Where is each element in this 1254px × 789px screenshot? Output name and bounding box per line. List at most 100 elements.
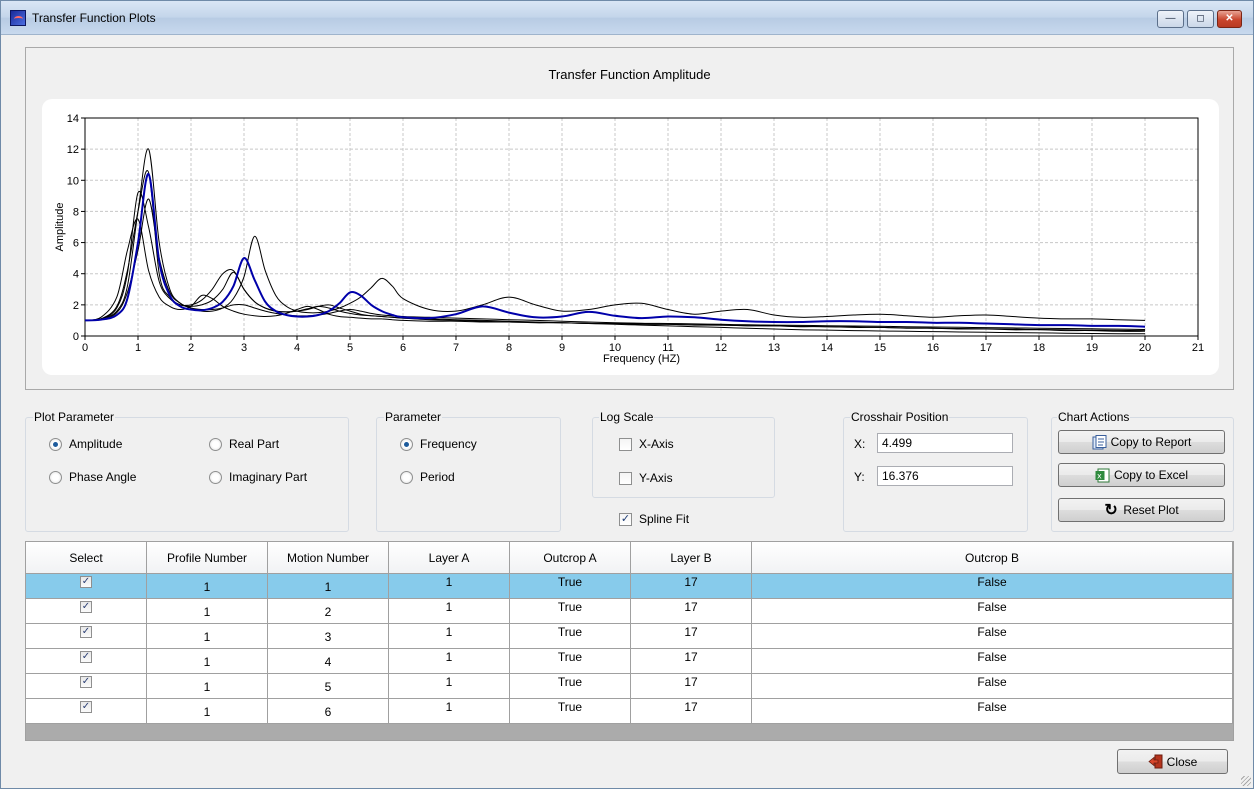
- table-row[interactable]: ✓ 1 3 1 True 17 False: [26, 624, 1233, 649]
- select-checkbox[interactable]: ✓: [80, 651, 92, 663]
- copy-to-excel-button[interactable]: x Copy to Excel: [1058, 463, 1225, 487]
- resize-grip[interactable]: [1241, 776, 1251, 786]
- checkbox-y-axis[interactable]: Y-Axis: [619, 471, 673, 485]
- checkbox-label: X-Axis: [639, 437, 674, 451]
- cell-motion[interactable]: 1: [268, 574, 389, 599]
- column-header[interactable]: Outcrop A: [510, 542, 631, 574]
- select-cell[interactable]: ✓: [26, 649, 147, 674]
- checkbox[interactable]: [619, 471, 632, 485]
- radio-button[interactable]: [49, 437, 62, 451]
- column-header[interactable]: Profile Number: [147, 542, 268, 574]
- cell-profile[interactable]: 1: [147, 674, 268, 699]
- cell-layer-a[interactable]: 1: [389, 574, 510, 599]
- select-cell[interactable]: ✓: [26, 674, 147, 699]
- table-row[interactable]: ✓ 1 2 1 True 17 False: [26, 599, 1233, 624]
- cell-motion[interactable]: 2: [268, 599, 389, 624]
- column-header[interactable]: Layer B: [631, 542, 752, 574]
- cell-layer-b[interactable]: 17: [631, 649, 752, 674]
- button-label: Reset Plot: [1123, 503, 1179, 517]
- cell-layer-a[interactable]: 1: [389, 699, 510, 724]
- chart-panel: Transfer Function Amplitude 0 1 2 3 4 5 6 7 8 9 10…: [25, 47, 1234, 390]
- column-header[interactable]: Select: [26, 542, 147, 574]
- cell-layer-b[interactable]: 17: [631, 699, 752, 724]
- select-checkbox[interactable]: ✓: [80, 701, 92, 713]
- checkbox-x-axis[interactable]: X-Axis: [619, 437, 674, 451]
- cell-outcrop-a[interactable]: True: [510, 574, 631, 599]
- cell-layer-a[interactable]: 1: [389, 649, 510, 674]
- button-label: Copy to Report: [1110, 435, 1192, 449]
- cell-layer-b[interactable]: 17: [631, 674, 752, 699]
- radio-button[interactable]: [209, 437, 222, 451]
- select-checkbox[interactable]: ✓: [80, 626, 92, 638]
- button-label: Close: [1166, 754, 1198, 769]
- cell-outcrop-b[interactable]: False: [752, 574, 1233, 599]
- close-window-button[interactable]: ✕: [1217, 10, 1242, 28]
- table-row[interactable]: ✓ 1 4 1 True 17 False: [26, 649, 1233, 674]
- cell-layer-b[interactable]: 17: [631, 599, 752, 624]
- cell-layer-b[interactable]: 17: [631, 574, 752, 599]
- cell-profile[interactable]: 1: [147, 699, 268, 724]
- exit-icon: [1148, 754, 1163, 769]
- cell-outcrop-b[interactable]: False: [752, 699, 1233, 724]
- cell-layer-a[interactable]: 1: [389, 674, 510, 699]
- transfer-function-chart[interactable]: 0 1 2 3 4 5 6 7 8 9 10 11 12 13 14 15 16 17 18 19 20 21024681…: [42, 99, 1219, 375]
- cell-motion[interactable]: 4: [268, 649, 389, 674]
- cell-profile[interactable]: 1: [147, 574, 268, 599]
- maximize-button[interactable]: ◻: [1187, 10, 1214, 28]
- copy-to-report-button[interactable]: Copy to Report: [1058, 430, 1225, 454]
- select-cell[interactable]: ✓: [26, 624, 147, 649]
- crosshair-x-field[interactable]: 4.499: [877, 433, 1013, 453]
- reset-plot-button[interactable]: ↻ Reset Plot: [1058, 498, 1225, 522]
- cell-outcrop-b[interactable]: False: [752, 624, 1233, 649]
- radio-phase-angle[interactable]: Phase Angle: [49, 470, 136, 484]
- crosshair-y-field[interactable]: 16.376: [877, 466, 1013, 486]
- radio-imaginary-part[interactable]: Imaginary Part: [209, 470, 307, 484]
- cell-motion[interactable]: 6: [268, 699, 389, 724]
- cell-profile[interactable]: 1: [147, 649, 268, 674]
- checkbox[interactable]: [619, 437, 632, 451]
- table-row[interactable]: ✓ 1 1 1 True 17 False: [26, 574, 1233, 599]
- radio-frequency[interactable]: Frequency: [400, 437, 477, 451]
- cell-outcrop-b[interactable]: False: [752, 599, 1233, 624]
- radio-button[interactable]: [209, 470, 222, 484]
- select-checkbox[interactable]: ✓: [80, 576, 92, 588]
- select-cell[interactable]: ✓: [26, 699, 147, 724]
- cell-outcrop-b[interactable]: False: [752, 674, 1233, 699]
- select-checkbox[interactable]: ✓: [80, 676, 92, 688]
- cell-layer-b[interactable]: 17: [631, 624, 752, 649]
- cell-layer-a[interactable]: 1: [389, 599, 510, 624]
- cell-outcrop-a[interactable]: True: [510, 649, 631, 674]
- cell-profile[interactable]: 1: [147, 599, 268, 624]
- cell-outcrop-a[interactable]: True: [510, 674, 631, 699]
- cell-profile[interactable]: 1: [147, 624, 268, 649]
- chart-area[interactable]: 0 1 2 3 4 5 6 7 8 9 10 11 12 13 14 15 16 17 18 19 20 21 0 2 4 6 8 1…: [42, 99, 1219, 375]
- minimize-button[interactable]: —: [1157, 10, 1184, 28]
- radio-button[interactable]: [400, 437, 413, 451]
- select-cell[interactable]: ✓: [26, 599, 147, 624]
- table-row[interactable]: ✓ 1 6 1 True 17 False: [26, 699, 1233, 724]
- column-header[interactable]: Layer A: [389, 542, 510, 574]
- column-header[interactable]: Motion Number: [268, 542, 389, 574]
- cell-outcrop-a[interactable]: True: [510, 624, 631, 649]
- cell-layer-a[interactable]: 1: [389, 624, 510, 649]
- select-cell[interactable]: ✓: [26, 574, 147, 599]
- checkbox-spline-fit[interactable]: ✓ Spline Fit: [619, 512, 689, 526]
- cell-outcrop-a[interactable]: True: [510, 599, 631, 624]
- cell-motion[interactable]: 5: [268, 674, 389, 699]
- close-button[interactable]: Close: [1117, 749, 1228, 774]
- motion-data-grid[interactable]: Select Profile Number Motion Number Layer A…: [25, 541, 1234, 741]
- radio-amplitude[interactable]: Amplitude: [49, 437, 122, 451]
- cell-outcrop-b[interactable]: False: [752, 649, 1233, 674]
- cell-outcrop-a[interactable]: True: [510, 699, 631, 724]
- column-header[interactable]: Outcrop B: [752, 542, 1233, 574]
- radio-label: Phase Angle: [69, 470, 137, 484]
- radio-real-part[interactable]: Real Part: [209, 437, 279, 451]
- radio-button[interactable]: [49, 470, 62, 484]
- select-checkbox[interactable]: ✓: [80, 601, 92, 613]
- checkbox[interactable]: ✓: [619, 512, 632, 526]
- cell-motion[interactable]: 3: [268, 624, 389, 649]
- table-row[interactable]: ✓ 1 5 1 True 17 False: [26, 674, 1233, 699]
- radio-period[interactable]: Period: [400, 470, 455, 484]
- transfer-function-window: Transfer Function Plots — ◻ ✕ Transfer F…: [0, 0, 1254, 789]
- radio-button[interactable]: [400, 470, 413, 484]
